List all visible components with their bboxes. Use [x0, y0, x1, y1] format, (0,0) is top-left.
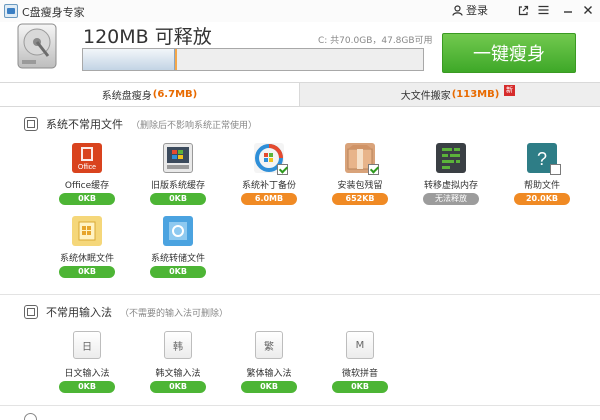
minimize-button[interactable]: [560, 2, 576, 18]
item-office-cache[interactable]: Office Office缓存 0KB: [42, 143, 132, 223]
menu-icon: [538, 5, 548, 15]
svg-text:?: ?: [537, 149, 547, 169]
item-label: 微软拼音: [341, 369, 378, 379]
korean-ime-icon: 韩: [164, 331, 192, 359]
item-size-badge: 无法释放: [423, 193, 479, 205]
tab-system-disk-slim[interactable]: 系统盘瘦身 (6.7MB): [0, 83, 300, 106]
tab-label: 系统盘瘦身: [101, 91, 152, 102]
item-checkbox[interactable]: [277, 164, 288, 175]
item-size-badge: 6.0MB: [241, 193, 297, 205]
section-title: 系统不常用文件: [46, 118, 123, 131]
item-korean-ime[interactable]: 韩 韩文输入法 0KB: [133, 331, 223, 411]
item-label: 帮助文件: [523, 181, 560, 191]
item-hibernate-file[interactable]: 系统休眠文件 0KB: [42, 216, 132, 296]
item-traditional-ime[interactable]: 繁 繁体输入法 0KB: [224, 331, 314, 411]
login-button[interactable]: 登录: [452, 2, 488, 18]
item-japanese-ime[interactable]: 日 日文输入法 0KB: [42, 331, 132, 411]
item-help-files[interactable]: ? 帮助文件 20.0KB: [497, 143, 587, 223]
share-button[interactable]: [515, 2, 531, 18]
section-note: （删除后不影响系统正常使用）: [131, 120, 258, 131]
old-windows-icon: [163, 143, 193, 173]
title-bar: C盘瘦身专家 登录: [0, 0, 600, 22]
section-icon: [24, 305, 38, 319]
tab-size: (6.7MB): [152, 89, 198, 100]
item-virtual-memory[interactable]: 转移虚拟内存 无法释放: [406, 143, 496, 223]
item-label: 日文输入法: [64, 369, 110, 379]
hibernate-file-icon: [72, 216, 102, 246]
item-size-badge: 0KB: [332, 381, 388, 393]
item-patch-backup[interactable]: 系统补丁备份 6.0MB: [224, 143, 314, 223]
releasable-fill: [174, 49, 177, 70]
item-label: 旧版系统缓存: [150, 181, 205, 191]
item-label: 系统补丁备份: [241, 181, 296, 191]
item-size-badge: 0KB: [59, 381, 115, 393]
item-installer-leftover[interactable]: 安装包残留 652KB: [315, 143, 405, 223]
close-button[interactable]: [580, 2, 596, 18]
svg-text:Office: Office: [78, 164, 96, 171]
item-label: 系统休眠文件: [59, 254, 114, 264]
new-badge: 新: [504, 85, 515, 96]
app-disk-icon: [4, 4, 18, 18]
tab-bar: 系统盘瘦身 (6.7MB) 大文件搬家 (113MB) 新: [0, 82, 600, 107]
user-icon: [452, 4, 463, 16]
item-microsoft-pinyin[interactable]: M 微软拼音 0KB: [315, 331, 405, 411]
item-label: 转移虚拟内存: [423, 181, 478, 191]
section-header-input-methods: 不常用输入法 （不需要的输入法可删除）: [24, 304, 228, 320]
item-label: 繁体输入法: [246, 369, 292, 379]
tab-label: 大文件搬家: [400, 91, 451, 102]
close-icon: [584, 6, 592, 14]
item-size-badge: 0KB: [241, 381, 297, 393]
item-size-badge: 652KB: [332, 193, 388, 205]
tab-large-file-move[interactable]: 大文件搬家 (113MB) 新: [300, 83, 600, 106]
item-checkbox[interactable]: [368, 164, 379, 175]
item-size-badge: 0KB: [150, 381, 206, 393]
disk-capacity-info: C: 共70.0GB，47.8GB可用: [318, 36, 433, 46]
microsoft-pinyin-icon: M: [346, 331, 374, 359]
item-label: 安装包残留: [337, 181, 383, 191]
item-size-badge: 0KB: [59, 193, 115, 205]
item-label: 系统转储文件: [150, 254, 205, 264]
section-icon: [24, 117, 38, 131]
next-section-icon: [24, 413, 37, 420]
item-label: Office缓存: [64, 181, 110, 191]
item-size-badge: 0KB: [150, 266, 206, 278]
item-size-badge: 20.0KB: [514, 193, 570, 205]
dump-file-icon: [163, 216, 193, 246]
disk-usage-bar: [82, 48, 424, 71]
office-icon: Office: [72, 143, 102, 173]
item-checkbox[interactable]: [550, 164, 561, 175]
section-title: 不常用输入法: [46, 306, 112, 319]
item-old-system-cache[interactable]: 旧版系统缓存 0KB: [133, 143, 223, 223]
share-icon: [518, 5, 528, 15]
tab-size: (113MB): [451, 89, 500, 100]
releasable-space-text: 120MB 可释放: [83, 26, 212, 48]
menu-button[interactable]: [535, 2, 551, 18]
window-title: C盘瘦身专家: [22, 6, 85, 19]
section-note: （不需要的输入法可删除）: [120, 308, 229, 319]
minimize-icon: [564, 11, 572, 13]
japanese-ime-icon: 日: [73, 331, 101, 359]
item-label: 韩文输入法: [155, 369, 201, 379]
item-size-badge: 0KB: [150, 193, 206, 205]
item-size-badge: 0KB: [59, 266, 115, 278]
section-divider: [0, 294, 600, 295]
login-label: 登录: [466, 4, 488, 17]
one-click-slim-button[interactable]: 一键瘦身: [442, 33, 576, 73]
section-header-system-files: 系统不常用文件 （删除后不影响系统正常使用）: [24, 116, 257, 132]
section-divider: [0, 405, 600, 406]
memory-icon: [436, 143, 466, 173]
item-dump-file[interactable]: 系统转储文件 0KB: [133, 216, 223, 296]
hard-disk-icon: [17, 23, 57, 69]
traditional-ime-icon: 繁: [255, 331, 283, 359]
disk-usage-fill: [83, 49, 175, 70]
